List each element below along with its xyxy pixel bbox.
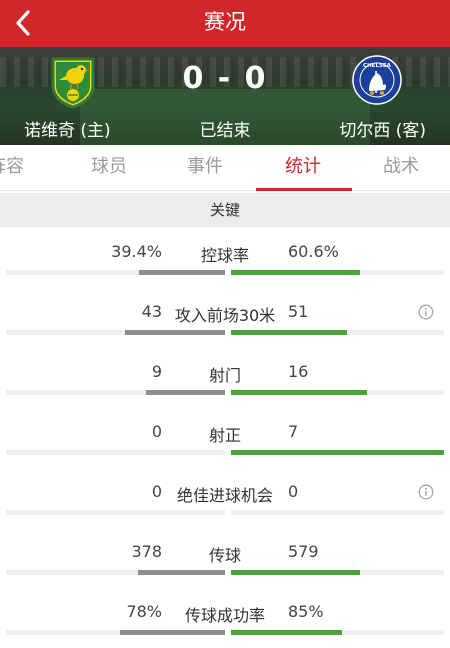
away-stat-value: 85% <box>288 602 324 621</box>
stat-label: 射正 <box>208 426 241 445</box>
away-stat-track <box>231 270 444 275</box>
away-stat-track <box>231 330 444 335</box>
away-stat-value: 60.6% <box>288 242 339 261</box>
away-stat-bar <box>231 570 360 575</box>
home-stat-track <box>6 510 225 515</box>
away-stat-value: 16 <box>288 362 309 381</box>
home-stat-track <box>6 630 225 635</box>
stat-row: 78% 传球成功率 85% <box>0 588 450 648</box>
home-stat-bar <box>139 270 225 275</box>
away-stat-value: 51 <box>288 302 309 321</box>
stat-row: 43 攻入前场30米 51 <box>0 288 450 348</box>
match-score: 0 - 0 <box>182 61 268 96</box>
tab-events[interactable]: 事件 <box>187 145 223 191</box>
away-stat-bar <box>231 450 444 455</box>
stat-row: 378 传球 579 <box>0 528 450 588</box>
stat-label: 射门 <box>208 366 241 385</box>
home-stat-bar <box>125 330 225 335</box>
away-team-name[interactable]: 切尔西 (客) <box>339 116 426 141</box>
away-stat-bar <box>231 390 367 395</box>
page-title: 赛况 <box>204 10 246 34</box>
away-stat-bar <box>231 630 342 635</box>
tab-lineup[interactable]: 阵容 <box>0 145 24 191</box>
stat-row: 39.4% 控球率 60.6% <box>0 228 450 288</box>
home-stat-track <box>6 390 225 395</box>
home-stat-bar <box>138 570 225 575</box>
home-stat-track <box>6 570 225 575</box>
tab-players[interactable]: 球员 <box>91 145 127 191</box>
match-header: CHELSEA 0 - 0 诺维奇 (主) 已结束 切尔西 (客) <box>0 47 450 145</box>
home-stat-track <box>6 270 225 275</box>
away-stat-track <box>231 630 444 635</box>
away-stat-value: 7 <box>288 422 299 441</box>
stat-label: 传球 <box>208 546 241 565</box>
section-header-key: 关键 <box>0 193 450 227</box>
tab-tactics[interactable]: 战术 <box>383 145 419 191</box>
stat-row: 9 射门 16 <box>0 348 450 408</box>
stat-label: 攻入前场30米 <box>174 306 276 325</box>
away-stat-bar <box>231 330 347 335</box>
stat-label: 控球率 <box>200 246 249 265</box>
stat-label: 传球成功率 <box>184 606 265 625</box>
home-stat-track <box>6 330 225 335</box>
tab-bar: 阵容 球员 事件 统计 战术 <box>0 145 450 191</box>
info-icon[interactable] <box>418 304 434 320</box>
tab-stats[interactable]: 统计 <box>285 145 321 191</box>
away-stat-bar <box>231 270 360 275</box>
home-stat-bar <box>120 630 225 635</box>
away-stat-value: 0 <box>288 482 299 501</box>
stat-row: 0 绝佳进球机会 0 <box>0 468 450 528</box>
away-stat-track <box>231 570 444 575</box>
home-stat-bar <box>146 390 225 395</box>
away-stat-track <box>231 450 444 455</box>
away-stat-track <box>231 390 444 395</box>
stat-label: 绝佳进球机会 <box>176 486 273 505</box>
stat-row: 0 射正 7 <box>0 408 450 468</box>
active-tab-indicator <box>256 188 352 191</box>
app-header: 赛况 <box>0 0 450 47</box>
away-stat-track <box>231 510 444 515</box>
away-stat-value: 579 <box>288 542 319 561</box>
info-icon[interactable] <box>418 484 434 500</box>
home-stat-track <box>6 450 225 455</box>
